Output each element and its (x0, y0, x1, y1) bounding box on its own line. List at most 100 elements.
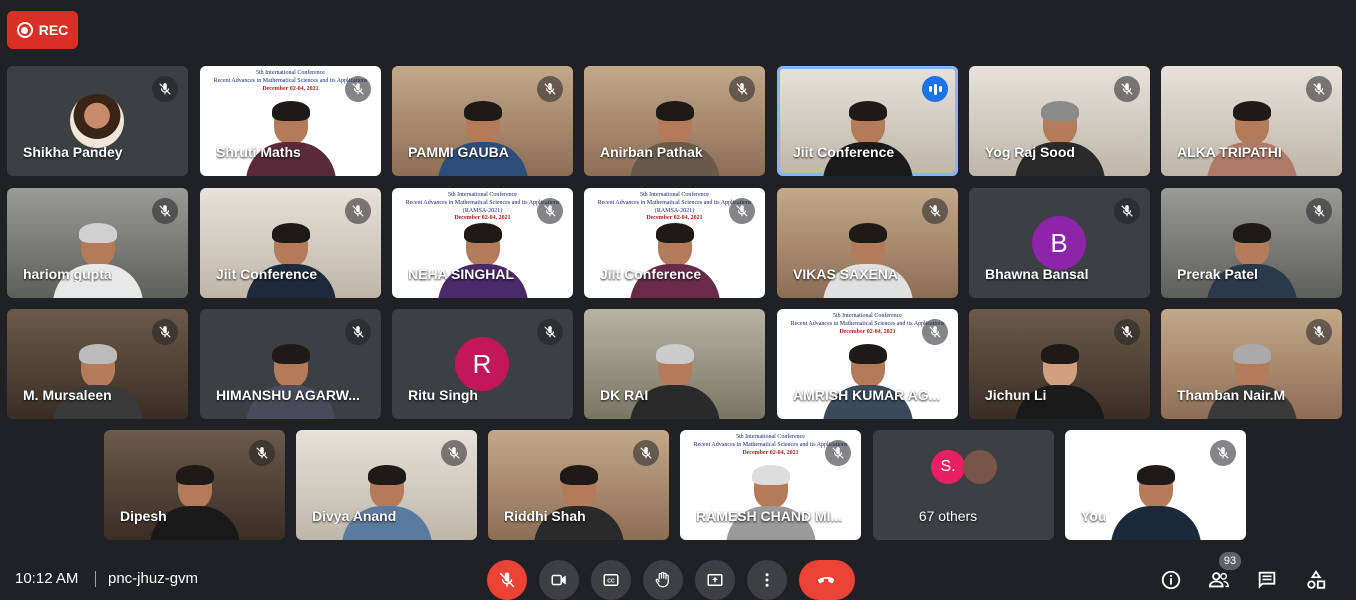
speaking-indicator-icon (922, 76, 948, 102)
participant-video (822, 344, 913, 419)
participant-tile[interactable]: HIMANSHU AGARW... (200, 309, 381, 419)
participant-name: Bhawna Bansal (985, 266, 1089, 282)
participant-video (822, 101, 913, 176)
mic-off-icon (729, 198, 755, 224)
recording-label: REC (38, 22, 69, 38)
activities-button[interactable] (1304, 568, 1328, 592)
mic-off-icon (1114, 319, 1140, 345)
clock: 10:12 AM (15, 570, 79, 587)
meeting-code: pnc-jhuz-gvm (108, 570, 199, 587)
mic-off-icon (152, 76, 178, 102)
participant-video (437, 223, 528, 298)
mic-off-icon (345, 319, 371, 345)
others-count: 67 others (918, 508, 978, 524)
mic-off-icon (345, 198, 371, 224)
camera-icon (551, 574, 566, 586)
participant-video (1206, 344, 1297, 419)
participant-name: NEHA SINGHAL (408, 266, 515, 282)
mic-off-icon (345, 76, 371, 102)
present-icon (707, 574, 723, 586)
participant-video (1014, 344, 1105, 419)
participant-tile[interactable]: Anirban Pathak (584, 66, 765, 176)
participant-name: Ritu Singh (408, 387, 478, 403)
others-avatar: S. (931, 450, 965, 484)
people-icon (1208, 572, 1229, 588)
participant-tile[interactable]: Shikha Pandey (7, 66, 188, 176)
meeting-details-button[interactable] (1159, 568, 1183, 592)
participant-tile[interactable]: PAMMI GAUBA (392, 66, 573, 176)
captions-icon: CC (603, 574, 619, 586)
participant-video (245, 223, 336, 298)
camera-toggle-button[interactable] (539, 560, 579, 600)
participant-video (341, 465, 432, 540)
participant-initial-avatar: B (1032, 216, 1086, 270)
mic-off-icon (1114, 198, 1140, 224)
participant-name: Jiit Conference (216, 266, 318, 282)
hand-icon (655, 571, 669, 588)
participant-tile[interactable]: 5th International Conference Recent Advan… (584, 188, 765, 298)
participants-button[interactable] (1207, 568, 1231, 592)
svg-text:CC: CC (607, 579, 615, 585)
chat-button[interactable] (1255, 568, 1279, 592)
chat-icon (1258, 571, 1276, 589)
end-call-icon (817, 577, 835, 584)
participant-video (822, 223, 913, 298)
participant-tile[interactable]: R Ritu Singh (392, 309, 573, 419)
participant-name: Prerak Patel (1177, 266, 1258, 282)
participant-tile[interactable]: Thamban Nair.M (1161, 309, 1342, 419)
mic-off-icon (1306, 319, 1332, 345)
mic-off-icon (825, 440, 851, 466)
participant-tile[interactable]: DK RAI (584, 309, 765, 419)
more-options-button[interactable] (747, 560, 787, 600)
participant-tile[interactable]: 5th International Conference Recent Advan… (680, 430, 861, 540)
others-tile[interactable]: S. 67 others (873, 430, 1054, 540)
participant-tile[interactable]: Yog Raj Sood (969, 66, 1150, 176)
participant-tile[interactable]: hariom gupta (7, 188, 188, 298)
mic-off-icon (1114, 76, 1140, 102)
participant-tile[interactable]: Jichun Li (969, 309, 1150, 419)
participant-avatar (70, 94, 124, 148)
info-icon (1161, 570, 1181, 590)
participant-name: Divya Anand (312, 508, 397, 524)
participant-tile[interactable]: Divya Anand (296, 430, 477, 540)
divider (95, 571, 96, 587)
participant-tile-active-speaker[interactable]: Jiit Conference (777, 66, 958, 176)
participant-tile[interactable]: VIKAS SAXENA (777, 188, 958, 298)
participant-video (149, 465, 240, 540)
raise-hand-button[interactable] (643, 560, 683, 600)
mic-off-icon (1306, 76, 1332, 102)
participant-name: PAMMI GAUBA (408, 144, 509, 160)
participant-name: DK RAI (600, 387, 649, 403)
participant-name: AMRISH KUMAR AG... (793, 387, 941, 403)
participant-tile[interactable]: Riddhi Shah (488, 430, 669, 540)
participant-tile[interactable]: 5th International Conference Recent Advan… (200, 66, 381, 176)
participant-tile[interactable]: Dipesh (104, 430, 285, 540)
participant-video (629, 344, 720, 419)
participant-video (245, 344, 336, 419)
participant-tile[interactable]: Jiit Conference (200, 188, 381, 298)
mic-off-icon (441, 440, 467, 466)
participant-name: Thamban Nair.M (1177, 387, 1286, 403)
participant-tile[interactable]: ALKA TRIPATHI (1161, 66, 1342, 176)
participant-tile[interactable]: 5th International Conference Recent Advan… (392, 188, 573, 298)
participant-name: Dipesh (120, 508, 167, 524)
participant-tile[interactable]: M. Mursaleen (7, 309, 188, 419)
mic-off-icon (1306, 198, 1332, 224)
participant-tile[interactable]: 5th International Conference Recent Advan… (777, 309, 958, 419)
mic-toggle-button[interactable] (487, 560, 527, 600)
participant-video (1206, 101, 1297, 176)
participant-name: hariom gupta (23, 266, 112, 282)
self-tile[interactable]: You (1065, 430, 1246, 540)
mic-off-icon (152, 319, 178, 345)
participant-name: Shruti Maths (216, 144, 301, 160)
participant-name: Anirban Pathak (600, 144, 703, 160)
participant-tile[interactable]: B Bhawna Bansal (969, 188, 1150, 298)
leave-call-button[interactable] (799, 560, 855, 600)
participant-name: You (1081, 508, 1107, 524)
present-screen-button[interactable] (695, 560, 735, 600)
participant-name: Jiit Conference (793, 144, 895, 160)
mic-off-icon (633, 440, 659, 466)
recording-badge[interactable]: REC (7, 11, 78, 49)
participant-tile[interactable]: Prerak Patel (1161, 188, 1342, 298)
captions-button[interactable]: CC (591, 560, 631, 600)
